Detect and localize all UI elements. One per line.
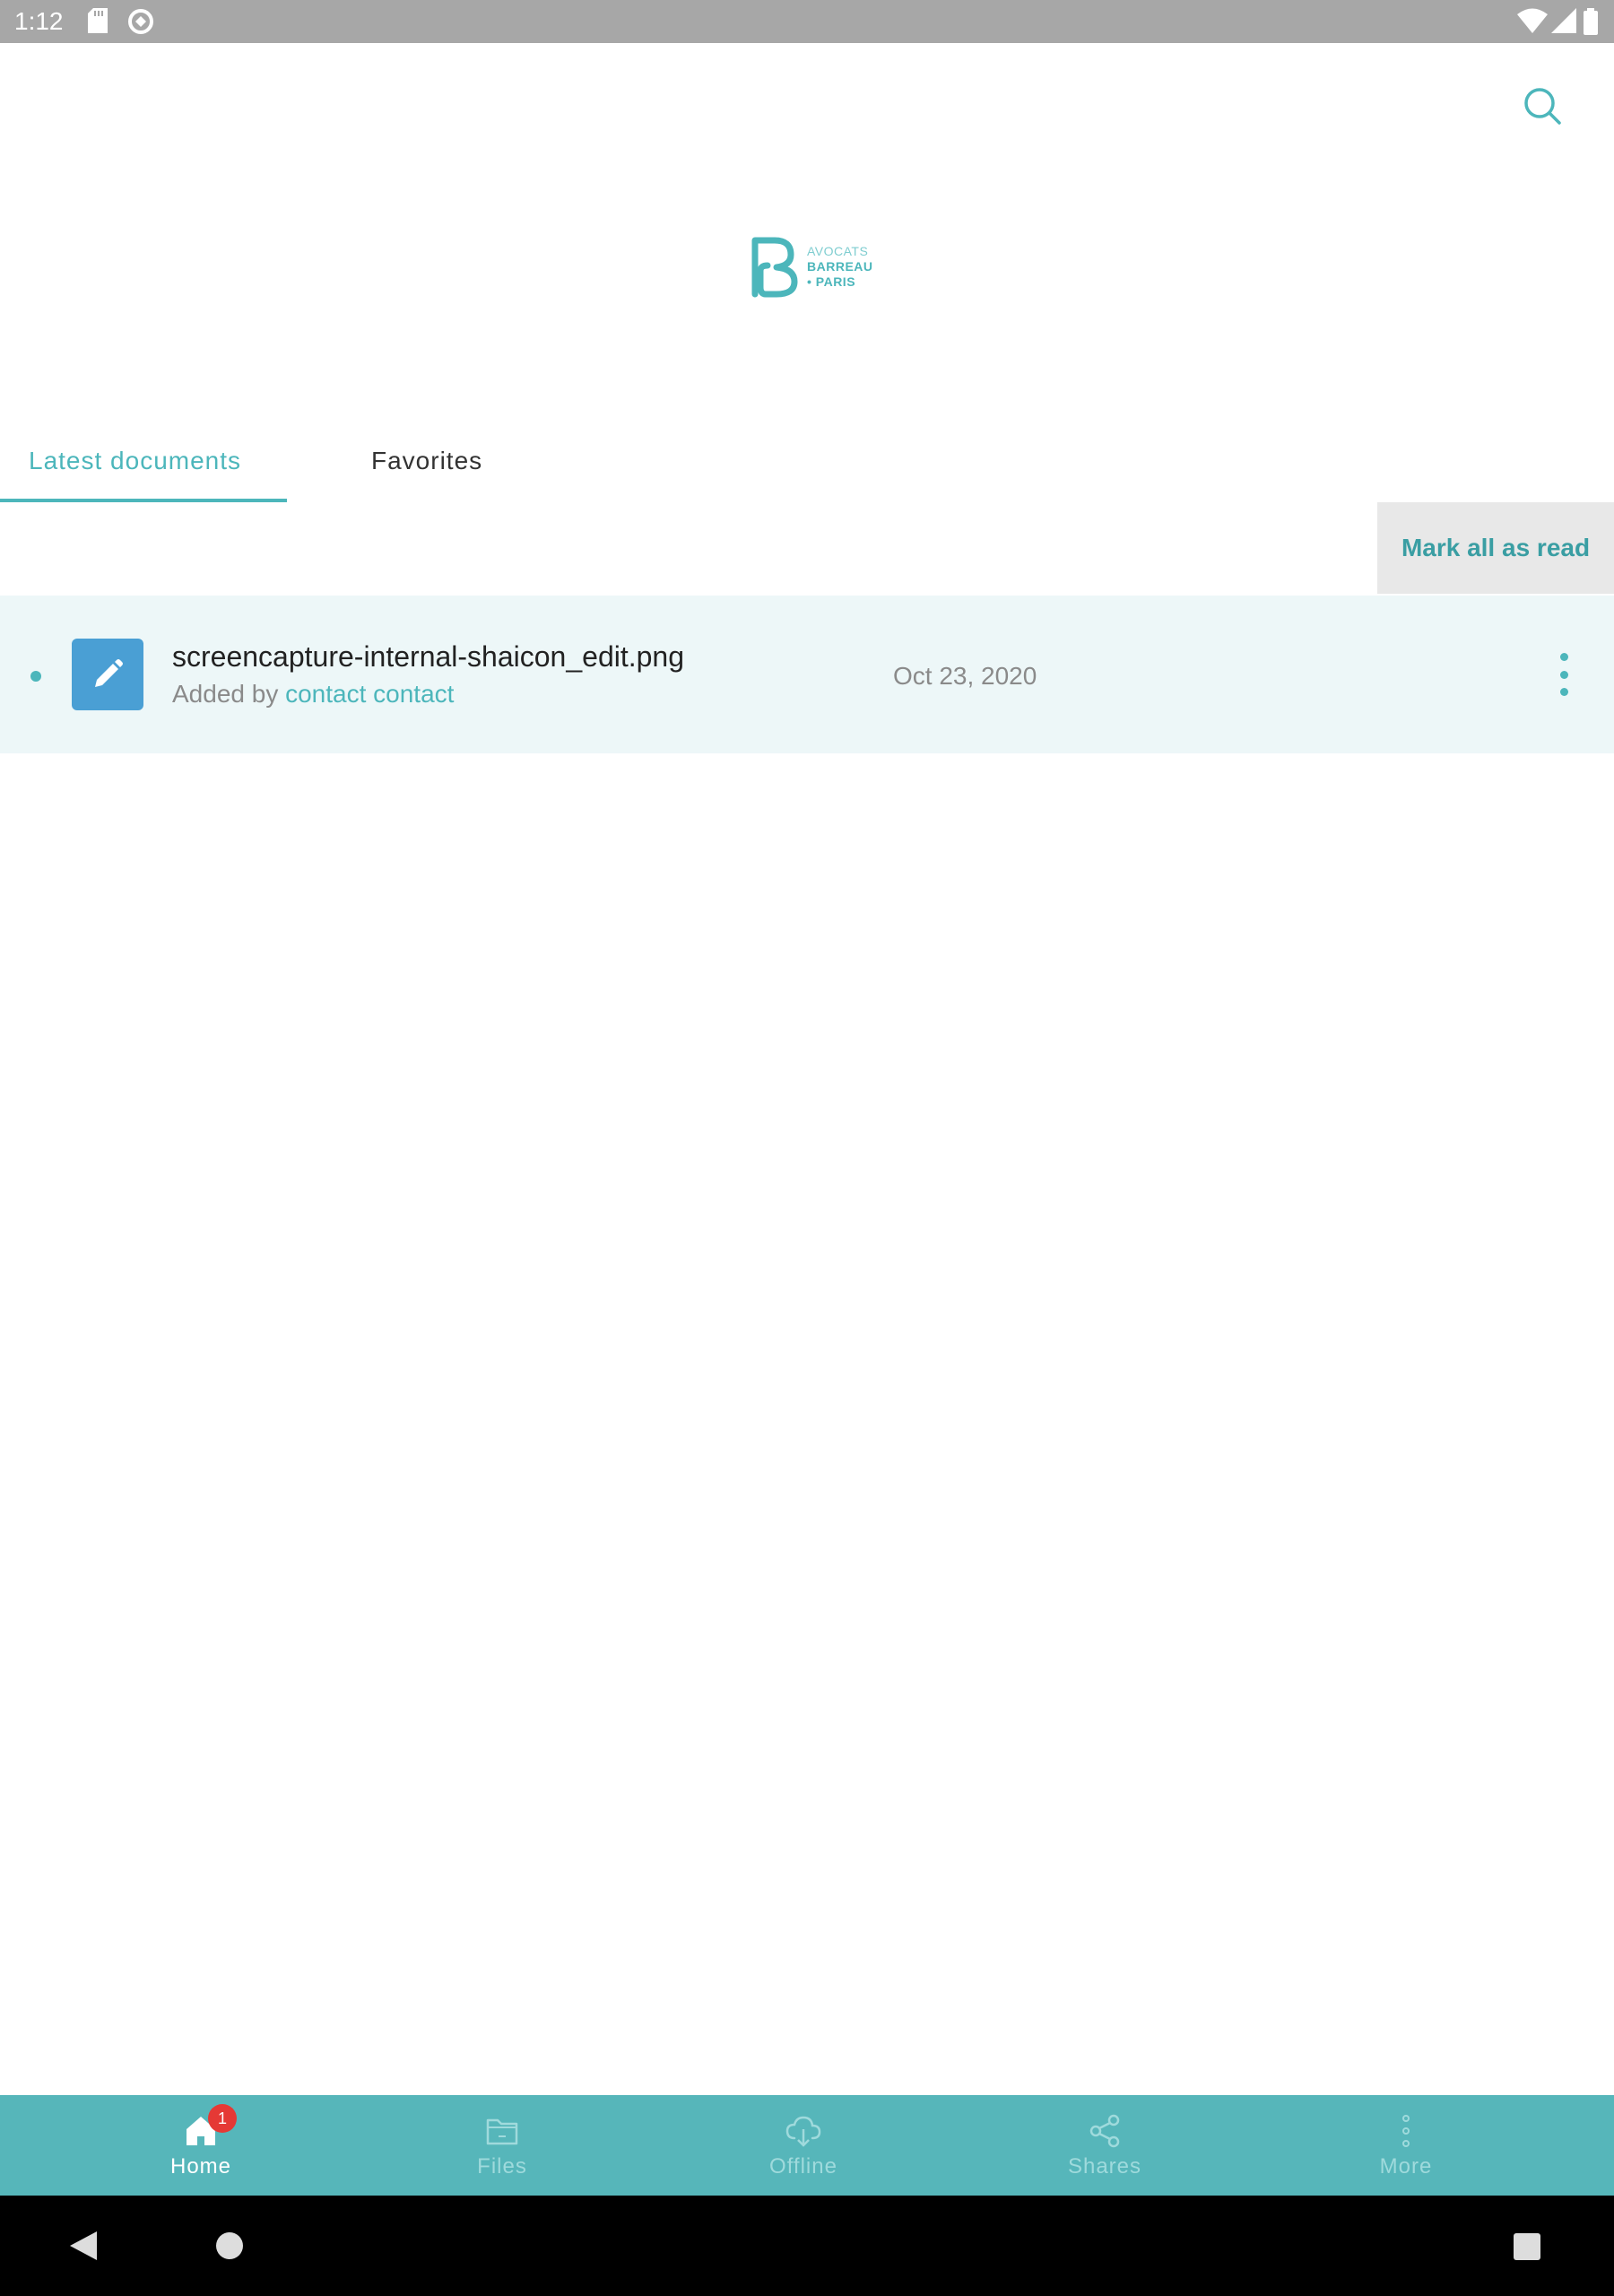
nav-label: Offline [769,2154,837,2179]
bottom-navigation: Home 1 Files Offline Shares More [0,2095,1614,2196]
list-item[interactable]: screencapture-internal-shaicon_edit.png … [0,596,1614,753]
unread-indicator [30,671,41,682]
pencil-icon [95,659,123,687]
share-icon [1089,2114,1120,2148]
tab-label: Favorites [371,447,483,474]
file-subtitle: Added by contact contact [172,680,455,708]
logo-text: AVOCATS BARREAU • PARIS [807,244,873,289]
home-circle-icon[interactable] [215,2231,244,2260]
system-navigation-bar [0,2196,1614,2296]
nav-files[interactable]: Files [351,2095,653,2196]
nav-label: Home [169,2154,232,2179]
cell-signal-icon [1551,8,1576,33]
author-link[interactable]: contact contact [285,680,454,708]
tab-indicator [0,499,287,502]
file-name: screencapture-internal-shaicon_edit.png [172,640,685,673]
sync-icon [128,9,153,34]
status-bar: 1:12 [0,0,1614,43]
dot [1559,688,1568,696]
search-button[interactable] [1515,79,1569,133]
dot [1559,653,1568,661]
mark-all-as-read-button[interactable]: Mark all as read [1377,502,1614,594]
cloud-download-icon [785,2116,821,2147]
tab-label: Latest documents [29,447,242,474]
nav-shares[interactable]: Shares [954,2095,1255,2196]
search-icon [1524,88,1561,125]
nav-label: Shares [1067,2154,1142,2179]
tab-favorites[interactable]: Favorites [371,430,482,502]
tab-latest-documents[interactable]: Latest documents [29,430,241,502]
more-vertical-icon [1402,2115,1410,2147]
nav-label: More [1379,2154,1433,2179]
sd-card-icon [88,8,108,33]
nav-offline[interactable]: Offline [653,2095,954,2196]
nav-label: Files [477,2154,527,2179]
wifi-icon [1517,8,1548,33]
nav-home[interactable]: Home 1 [50,2095,351,2196]
nav-more[interactable]: More [1255,2095,1557,2196]
dot [1559,670,1568,679]
status-time: 1:12 [14,7,64,35]
brand-logo: AVOCATS BARREAU • PARIS [750,235,886,301]
more-options-button[interactable] [1542,648,1585,701]
logo-b-icon [751,237,798,298]
folder-icon [486,2118,518,2145]
notification-badge: 1 [208,2104,237,2133]
file-date: Oct 23, 2020 [893,662,1037,690]
file-thumbnail [72,639,143,710]
back-icon[interactable] [70,2231,97,2260]
battery-icon [1584,8,1598,35]
recents-icon[interactable] [1514,2233,1540,2260]
